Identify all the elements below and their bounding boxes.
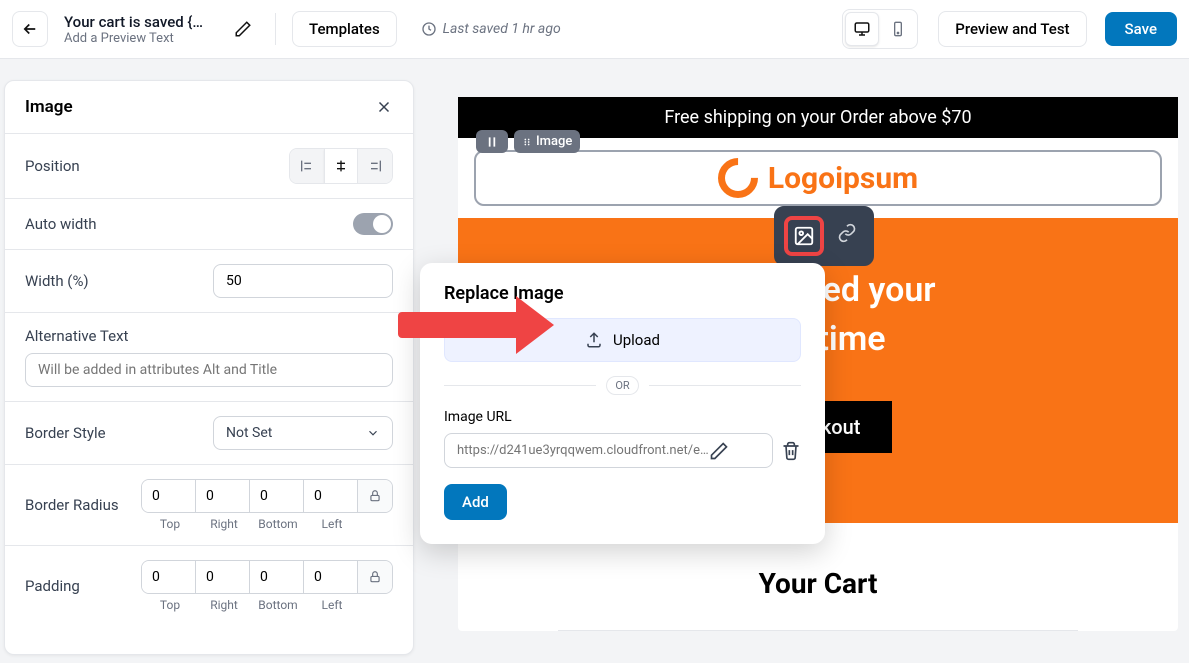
pencil-icon <box>234 20 252 38</box>
replace-image-popup: Replace Image Upload OR Image URL Add <box>420 263 825 544</box>
annotation-arrow <box>398 312 518 338</box>
auto-width-toggle[interactable] <box>353 213 393 235</box>
page-subtitle[interactable]: Add a Preview Text <box>64 31 203 46</box>
border-style-select[interactable]: Not Set <box>213 416 393 450</box>
desktop-view-button[interactable] <box>845 12 879 46</box>
image-icon <box>793 225 815 247</box>
replace-image-button[interactable] <box>784 216 824 256</box>
mobile-icon <box>890 20 906 38</box>
link-icon <box>837 223 857 243</box>
edit-title-button[interactable] <box>227 13 259 45</box>
alt-text-input[interactable] <box>25 353 393 387</box>
back-button[interactable] <box>12 11 48 47</box>
column-handle[interactable] <box>476 130 508 153</box>
delete-url-button[interactable] <box>781 441 801 461</box>
preview-test-button[interactable]: Preview and Test <box>938 11 1086 47</box>
clock-icon <box>421 21 437 37</box>
title-block: Your cart is saved {… Add a Preview Text <box>64 13 203 46</box>
templates-button[interactable]: Templates <box>292 11 397 47</box>
logo-image-block[interactable]: Logoipsum <box>474 150 1162 206</box>
auto-width-label: Auto width <box>25 215 97 233</box>
save-button[interactable]: Save <box>1105 12 1177 46</box>
padding-inputs <box>141 560 393 594</box>
padding-top[interactable] <box>142 561 196 593</box>
padding-right[interactable] <box>196 561 250 593</box>
divider <box>558 630 1078 631</box>
mobile-view-button[interactable] <box>881 12 915 46</box>
logo-text: Logoipsum <box>768 161 918 196</box>
columns-icon <box>484 135 500 149</box>
border-radius-left[interactable] <box>304 480 358 512</box>
border-radius-bottom[interactable] <box>250 480 304 512</box>
lock-icon <box>368 570 382 584</box>
image-toolbar <box>774 206 874 266</box>
border-radius-right[interactable] <box>196 480 250 512</box>
arrow-left-icon <box>21 20 39 38</box>
device-toggle <box>842 9 918 49</box>
padding-bottom[interactable] <box>250 561 304 593</box>
popup-title: Replace Image <box>444 283 801 304</box>
position-segment <box>289 148 393 184</box>
align-center-button[interactable] <box>324 149 358 183</box>
align-left-icon <box>299 158 315 174</box>
close-panel-button[interactable] <box>375 98 393 116</box>
padding-lock[interactable] <box>358 561 392 593</box>
padding-left[interactable] <box>304 561 358 593</box>
padding-label: Padding <box>25 577 80 595</box>
border-style-label: Border Style <box>25 424 106 442</box>
close-icon <box>375 98 393 116</box>
divider <box>275 13 276 45</box>
width-label: Width (%) <box>25 272 89 290</box>
border-radius-label: Border Radius <box>25 496 119 514</box>
width-input[interactable] <box>213 264 393 298</box>
border-radius-top[interactable] <box>142 480 196 512</box>
last-saved: Last saved 1 hr ago <box>421 21 561 37</box>
image-block-handle[interactable]: Image <box>514 130 580 153</box>
align-right-button[interactable] <box>358 149 392 183</box>
logo-icon <box>710 150 767 207</box>
lock-icon <box>368 489 382 503</box>
border-radius-lock[interactable] <box>358 480 392 512</box>
or-label: OR <box>606 376 638 395</box>
drag-icon <box>522 136 532 148</box>
position-label: Position <box>25 157 80 175</box>
align-left-button[interactable] <box>290 149 324 183</box>
image-settings-panel: Image Position Auto width Width (%) Alte… <box>4 80 414 655</box>
chevron-down-icon <box>366 426 380 440</box>
page-title: Your cart is saved {… <box>64 13 203 31</box>
alt-text-label: Alternative Text <box>25 327 393 345</box>
panel-title: Image <box>25 97 73 117</box>
border-radius-inputs <box>141 479 393 513</box>
align-center-icon <box>333 158 349 174</box>
edit-url-icon[interactable] <box>709 441 729 461</box>
add-button[interactable]: Add <box>444 484 507 520</box>
desktop-icon <box>853 20 871 38</box>
align-right-icon <box>367 158 383 174</box>
image-link-button[interactable] <box>830 216 864 250</box>
upload-icon <box>585 331 603 349</box>
image-url-label: Image URL <box>444 409 801 425</box>
